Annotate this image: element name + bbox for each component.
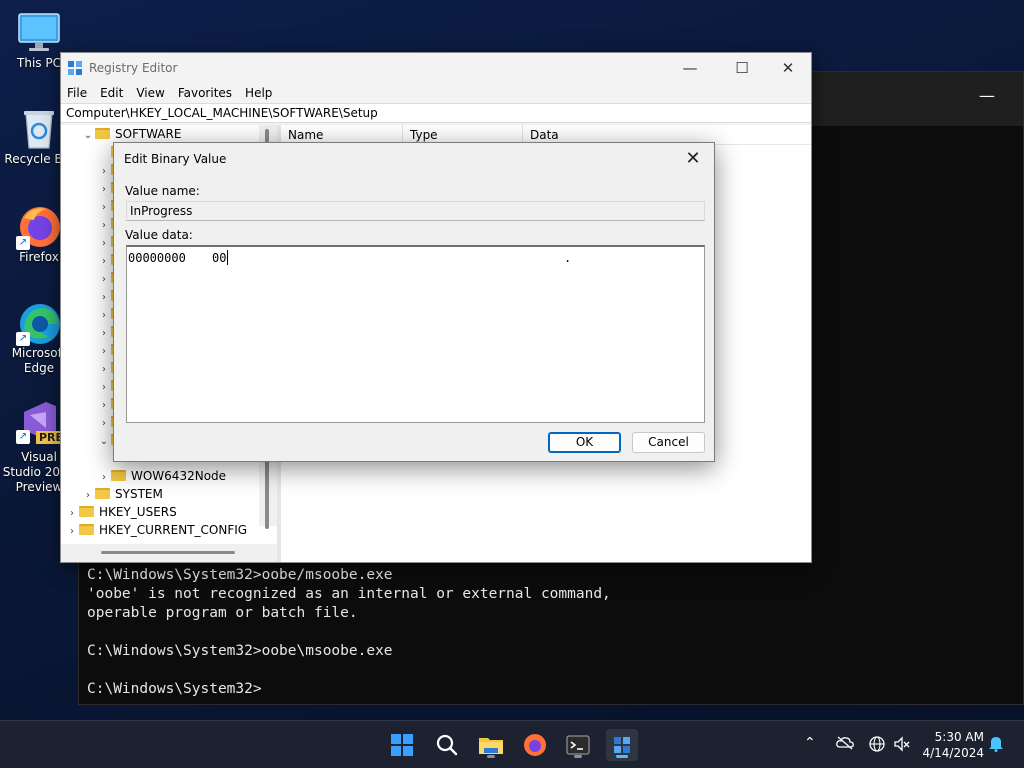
clock-date: 4/14/2024 <box>922 746 984 760</box>
text-caret <box>227 250 228 265</box>
dialog-title: Edit Binary Value <box>124 152 227 166</box>
menu-bar: File Edit View Favorites Help <box>61 83 811 103</box>
minimize-button[interactable]: — <box>667 53 713 83</box>
search-icon <box>436 734 458 756</box>
chevron-right-icon[interactable]: › <box>65 523 79 541</box>
clock-time: 5:30 AM <box>934 730 984 744</box>
taskbar-firefox[interactable] <box>519 729 551 761</box>
data-offset: 00000000 <box>128 251 186 265</box>
value-data-label: Value data: <box>125 228 193 242</box>
regedit-titlebar[interactable]: Registry Editor — ☐ ✕ <box>61 53 811 83</box>
minimize-icon[interactable]: — <box>979 86 995 105</box>
taskbar-file-explorer[interactable] <box>475 729 507 761</box>
notification-bell-icon[interactable] <box>988 734 1004 756</box>
tree-item-hkey-current-config[interactable]: › HKEY_CURRENT_CONFIG <box>65 521 247 539</box>
running-indicator <box>574 755 582 758</box>
tree-item-label: HKEY_USERS <box>99 505 177 519</box>
chevron-down-icon[interactable]: ⌄ <box>97 433 111 451</box>
start-button[interactable] <box>386 729 418 761</box>
value-name-field[interactable] <box>126 201 705 221</box>
folder-icon <box>111 470 126 481</box>
menu-view[interactable]: View <box>136 86 164 100</box>
value-name-label: Value name: <box>125 184 200 198</box>
folder-icon <box>95 128 110 139</box>
folder-icon <box>79 524 94 535</box>
edit-binary-value-dialog[interactable]: Edit Binary Value ✕ Value name: Value da… <box>113 142 715 462</box>
tree-horizontal-scrollbar[interactable] <box>61 544 277 562</box>
value-data-editor[interactable]: 00000000 00 . <box>126 245 705 423</box>
shortcut-arrow-icon: ↗ <box>16 236 30 250</box>
data-hex[interactable]: 00 <box>212 251 226 265</box>
tree-item-wow6432node[interactable]: › WOW6432Node <box>97 467 226 485</box>
maximize-button[interactable]: ☐ <box>719 53 765 83</box>
globe-icon[interactable] <box>868 735 886 757</box>
address-bar[interactable]: Computer\HKEY_LOCAL_MACHINE\SOFTWARE\Set… <box>61 103 811 123</box>
taskbar-registry-editor[interactable] <box>606 729 638 761</box>
taskbar-terminal[interactable] <box>562 729 594 761</box>
menu-help[interactable]: Help <box>245 86 272 100</box>
chevron-up-icon[interactable]: ⌃ <box>804 735 816 751</box>
close-button[interactable]: ✕ <box>765 53 811 83</box>
ok-button[interactable]: OK <box>548 432 621 453</box>
tree-item-label: HKEY_CURRENT_CONFIG <box>99 523 248 537</box>
recycle-bin-icon <box>16 106 62 152</box>
chevron-down-icon[interactable]: ⌄ <box>81 127 95 145</box>
close-icon[interactable]: ✕ <box>678 145 708 173</box>
firefox-icon <box>524 734 546 756</box>
edge-icon: ↗ <box>16 300 62 346</box>
tree-item-label: WOW6432Node <box>131 469 227 483</box>
shortcut-arrow-icon: ↗ <box>16 332 30 346</box>
tree-item-label: SOFTWARE <box>115 127 182 141</box>
running-indicator <box>487 755 495 758</box>
monitor-icon <box>16 10 62 56</box>
registry-editor-icon <box>68 61 82 75</box>
shortcut-arrow-icon: ↗ <box>16 430 30 444</box>
visual-studio-icon: ↗ PRE <box>16 398 67 444</box>
tree-item-software[interactable]: ⌄ SOFTWARE <box>81 125 182 145</box>
tree-item-label: SYSTEM <box>115 487 163 501</box>
taskbar: ⌃ 5:30 AM 4/14/2024 <box>0 720 1024 768</box>
cloud-offline-icon[interactable] <box>836 735 854 755</box>
folder-icon <box>95 488 110 499</box>
console-output[interactable]: C:\Windows\System32>oobe/msoobe.exe 'oob… <box>87 566 611 699</box>
tree-item-system[interactable]: › SYSTEM <box>81 485 163 503</box>
firefox-icon: ↗ <box>16 204 62 250</box>
scrollbar-thumb[interactable] <box>101 551 235 554</box>
menu-favorites[interactable]: Favorites <box>178 86 232 100</box>
system-clock[interactable]: 5:30 AM 4/14/2024 <box>922 729 984 761</box>
search-button[interactable] <box>431 729 463 761</box>
menu-edit[interactable]: Edit <box>100 86 123 100</box>
tree-item-hkey-users[interactable]: › HKEY_USERS <box>65 503 177 521</box>
window-title: Registry Editor <box>89 61 178 75</box>
menu-file[interactable]: File <box>67 86 87 100</box>
running-indicator <box>616 755 628 758</box>
cancel-button[interactable]: Cancel <box>632 432 705 453</box>
speaker-muted-icon[interactable] <box>893 735 911 757</box>
data-ascii[interactable]: . <box>564 251 571 265</box>
windows-logo-icon <box>391 734 413 756</box>
folder-icon <box>79 506 94 517</box>
